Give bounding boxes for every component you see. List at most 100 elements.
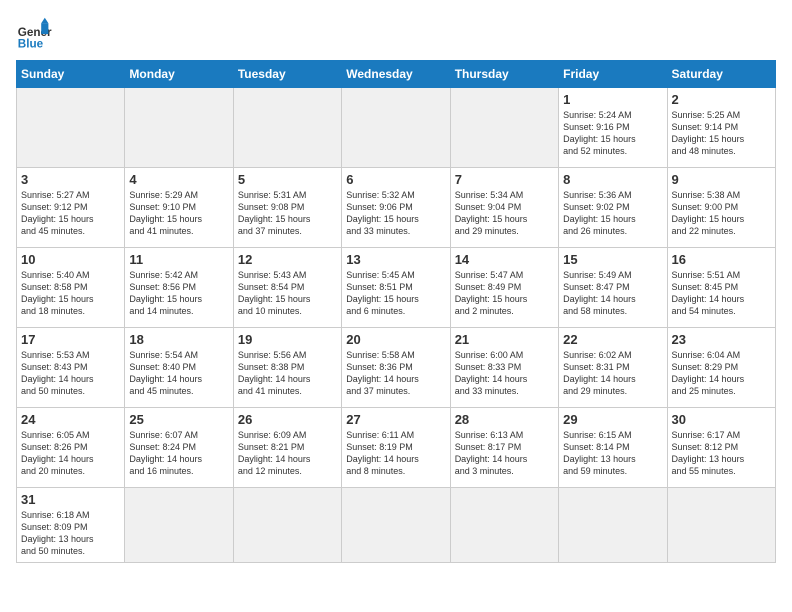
day-number: 31 xyxy=(21,492,120,507)
day-info: Sunrise: 5:25 AM Sunset: 9:14 PM Dayligh… xyxy=(672,109,771,158)
day-number: 3 xyxy=(21,172,120,187)
day-number: 2 xyxy=(672,92,771,107)
calendar-cell xyxy=(125,488,233,563)
calendar-header: SundayMondayTuesdayWednesdayThursdayFrid… xyxy=(17,61,776,88)
calendar-cell: 29Sunrise: 6:15 AM Sunset: 8:14 PM Dayli… xyxy=(559,408,667,488)
day-info: Sunrise: 5:36 AM Sunset: 9:02 PM Dayligh… xyxy=(563,189,662,238)
logo: General Blue xyxy=(16,16,52,52)
day-info: Sunrise: 6:00 AM Sunset: 8:33 PM Dayligh… xyxy=(455,349,554,398)
logo-icon: General Blue xyxy=(16,16,52,52)
day-info: Sunrise: 6:17 AM Sunset: 8:12 PM Dayligh… xyxy=(672,429,771,478)
day-info: Sunrise: 5:42 AM Sunset: 8:56 PM Dayligh… xyxy=(129,269,228,318)
calendar-cell: 25 Sunrise: 6:07 AM Sunset: 8:24 PM Dayli… xyxy=(125,408,233,488)
day-info: Sunrise: 5:24 AM Sunset: 9:16 PM Dayligh… xyxy=(563,109,662,158)
day-number: 20 xyxy=(346,332,445,347)
calendar-cell: 21Sunrise: 6:00 AM Sunset: 8:33 PM Dayli… xyxy=(450,328,558,408)
day-number: 7 xyxy=(455,172,554,187)
calendar-cell xyxy=(17,88,125,168)
day-info: Sunrise: 5:51 AM Sunset: 8:45 PM Dayligh… xyxy=(672,269,771,318)
day-number: 23 xyxy=(672,332,771,347)
day-number: 29 xyxy=(563,412,662,427)
day-info: Sunrise: 6:13 AM Sunset: 8:17 PM Dayligh… xyxy=(455,429,554,478)
day-info: Sunrise: 5:29 AM Sunset: 9:10 PM Dayligh… xyxy=(129,189,228,238)
calendar-cell xyxy=(233,488,341,563)
day-number: 8 xyxy=(563,172,662,187)
calendar-cell: 19 Sunrise: 5:56 AM Sunset: 8:38 PM Dayli… xyxy=(233,328,341,408)
calendar-cell: 2 Sunrise: 5:25 AM Sunset: 9:14 PM Daylig… xyxy=(667,88,775,168)
day-number: 18 xyxy=(129,332,228,347)
day-number: 11 xyxy=(129,252,228,267)
calendar-cell: 12Sunrise: 5:43 AM Sunset: 8:54 PM Dayli… xyxy=(233,248,341,328)
calendar-cell xyxy=(342,488,450,563)
week-row-5: 31Sunrise: 6:18 AM Sunset: 8:09 PM Dayli… xyxy=(17,488,776,563)
calendar-cell xyxy=(125,88,233,168)
calendar-cell xyxy=(342,88,450,168)
weekday-row: SundayMondayTuesdayWednesdayThursdayFrid… xyxy=(17,61,776,88)
day-info: Sunrise: 5:32 AM Sunset: 9:06 PM Dayligh… xyxy=(346,189,445,238)
weekday-header-saturday: Saturday xyxy=(667,61,775,88)
calendar-cell: 15 Sunrise: 5:49 AM Sunset: 8:47 PM Dayli… xyxy=(559,248,667,328)
day-number: 4 xyxy=(129,172,228,187)
calendar-body: 1 Sunrise: 5:24 AM Sunset: 9:16 PM Daylig… xyxy=(17,88,776,563)
calendar-cell: 23Sunrise: 6:04 AM Sunset: 8:29 PM Dayli… xyxy=(667,328,775,408)
day-number: 9 xyxy=(672,172,771,187)
day-info: Sunrise: 5:40 AM Sunset: 8:58 PM Dayligh… xyxy=(21,269,120,318)
day-number: 27 xyxy=(346,412,445,427)
day-info: Sunrise: 6:05 AM Sunset: 8:26 PM Dayligh… xyxy=(21,429,120,478)
day-info: Sunrise: 5:27 AM Sunset: 9:12 PM Dayligh… xyxy=(21,189,120,238)
week-row-4: 24 Sunrise: 6:05 AM Sunset: 8:26 PM Dayli… xyxy=(17,408,776,488)
calendar-cell: 27 Sunrise: 6:11 AM Sunset: 8:19 PM Dayli… xyxy=(342,408,450,488)
day-info: Sunrise: 5:43 AM Sunset: 8:54 PM Dayligh… xyxy=(238,269,337,318)
calendar-cell xyxy=(667,488,775,563)
day-number: 22 xyxy=(563,332,662,347)
calendar-cell: 14 Sunrise: 5:47 AM Sunset: 8:49 PM Dayli… xyxy=(450,248,558,328)
calendar-cell xyxy=(233,88,341,168)
day-number: 15 xyxy=(563,252,662,267)
day-number: 24 xyxy=(21,412,120,427)
calendar-cell: 6Sunrise: 5:32 AM Sunset: 9:06 PM Daylig… xyxy=(342,168,450,248)
calendar-cell: 11 Sunrise: 5:42 AM Sunset: 8:56 PM Dayli… xyxy=(125,248,233,328)
day-info: Sunrise: 5:45 AM Sunset: 8:51 PM Dayligh… xyxy=(346,269,445,318)
calendar-cell: 16 Sunrise: 5:51 AM Sunset: 8:45 PM Dayli… xyxy=(667,248,775,328)
calendar-cell: 17Sunrise: 5:53 AM Sunset: 8:43 PM Dayli… xyxy=(17,328,125,408)
day-info: Sunrise: 6:09 AM Sunset: 8:21 PM Dayligh… xyxy=(238,429,337,478)
calendar-cell: 8 Sunrise: 5:36 AM Sunset: 9:02 PM Daylig… xyxy=(559,168,667,248)
calendar-cell: 1 Sunrise: 5:24 AM Sunset: 9:16 PM Daylig… xyxy=(559,88,667,168)
day-number: 19 xyxy=(238,332,337,347)
day-info: Sunrise: 5:56 AM Sunset: 8:38 PM Dayligh… xyxy=(238,349,337,398)
calendar-cell: 30 Sunrise: 6:17 AM Sunset: 8:12 PM Dayli… xyxy=(667,408,775,488)
day-number: 13 xyxy=(346,252,445,267)
calendar-cell: 3 Sunrise: 5:27 AM Sunset: 9:12 PM Daylig… xyxy=(17,168,125,248)
calendar-cell: 7Sunrise: 5:34 AM Sunset: 9:04 PM Daylig… xyxy=(450,168,558,248)
calendar-cell: 5Sunrise: 5:31 AM Sunset: 9:08 PM Daylig… xyxy=(233,168,341,248)
weekday-header-thursday: Thursday xyxy=(450,61,558,88)
day-number: 25 xyxy=(129,412,228,427)
day-number: 17 xyxy=(21,332,120,347)
day-info: Sunrise: 5:38 AM Sunset: 9:00 PM Dayligh… xyxy=(672,189,771,238)
weekday-header-wednesday: Wednesday xyxy=(342,61,450,88)
day-info: Sunrise: 5:49 AM Sunset: 8:47 PM Dayligh… xyxy=(563,269,662,318)
day-info: Sunrise: 5:54 AM Sunset: 8:40 PM Dayligh… xyxy=(129,349,228,398)
day-number: 26 xyxy=(238,412,337,427)
day-number: 30 xyxy=(672,412,771,427)
svg-text:Blue: Blue xyxy=(18,38,44,51)
day-number: 28 xyxy=(455,412,554,427)
calendar-cell: 31Sunrise: 6:18 AM Sunset: 8:09 PM Dayli… xyxy=(17,488,125,563)
day-info: Sunrise: 6:02 AM Sunset: 8:31 PM Dayligh… xyxy=(563,349,662,398)
calendar-cell xyxy=(450,488,558,563)
weekday-header-monday: Monday xyxy=(125,61,233,88)
day-info: Sunrise: 6:07 AM Sunset: 8:24 PM Dayligh… xyxy=(129,429,228,478)
calendar-cell: 20Sunrise: 5:58 AM Sunset: 8:36 PM Dayli… xyxy=(342,328,450,408)
calendar-cell: 28 Sunrise: 6:13 AM Sunset: 8:17 PM Dayli… xyxy=(450,408,558,488)
day-number: 16 xyxy=(672,252,771,267)
day-number: 14 xyxy=(455,252,554,267)
day-number: 10 xyxy=(21,252,120,267)
weekday-header-tuesday: Tuesday xyxy=(233,61,341,88)
day-info: Sunrise: 5:47 AM Sunset: 8:49 PM Dayligh… xyxy=(455,269,554,318)
calendar-cell: 24 Sunrise: 6:05 AM Sunset: 8:26 PM Dayli… xyxy=(17,408,125,488)
day-info: Sunrise: 6:11 AM Sunset: 8:19 PM Dayligh… xyxy=(346,429,445,478)
calendar-cell: 4 Sunrise: 5:29 AM Sunset: 9:10 PM Daylig… xyxy=(125,168,233,248)
calendar-cell: 22 Sunrise: 6:02 AM Sunset: 8:31 PM Dayli… xyxy=(559,328,667,408)
day-number: 1 xyxy=(563,92,662,107)
day-info: Sunrise: 5:31 AM Sunset: 9:08 PM Dayligh… xyxy=(238,189,337,238)
